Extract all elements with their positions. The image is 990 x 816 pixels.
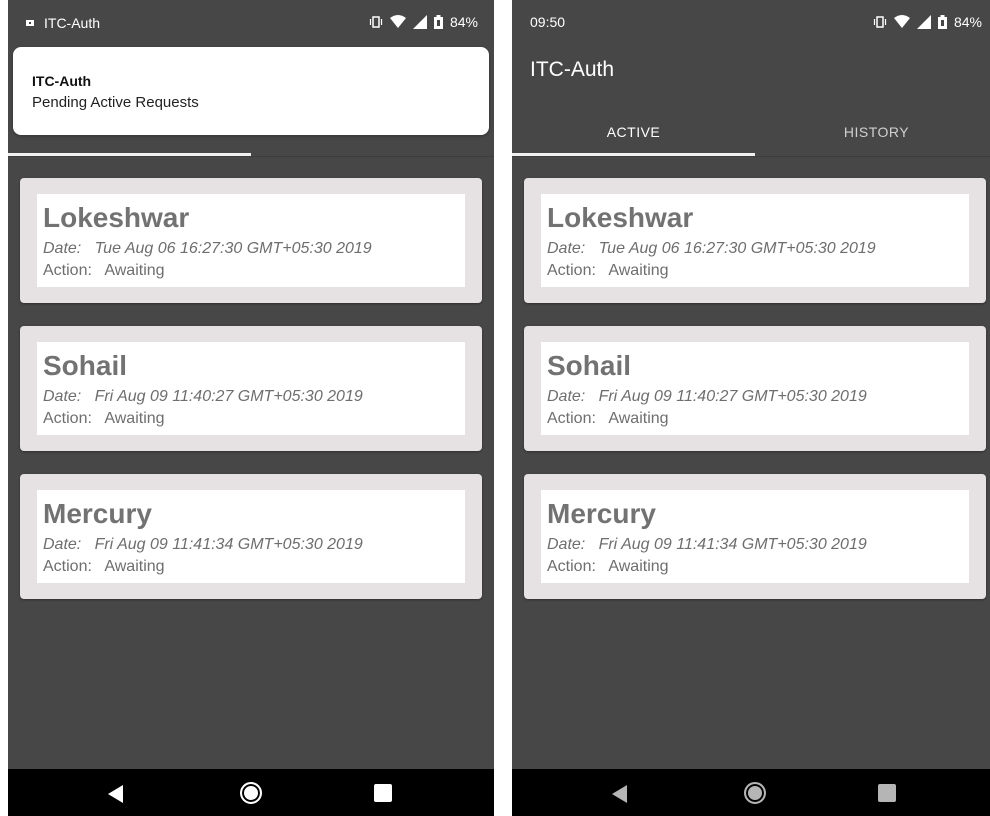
request-date: Date: Fri Aug 09 11:41:34 GMT+05:30 2019	[43, 536, 363, 553]
recents-icon[interactable]	[878, 784, 896, 802]
request-date: Date: Fri Aug 09 11:40:27 GMT+05:30 2019	[43, 388, 363, 405]
navigation-bar	[8, 769, 494, 816]
request-card[interactable]: Mercury Date: Fri Aug 09 11:41:34 GMT+05…	[524, 474, 986, 599]
request-card[interactable]: Mercury Date: Fri Aug 09 11:41:34 GMT+05…	[20, 474, 482, 599]
tab-history[interactable]: HISTORY	[755, 108, 990, 156]
request-card[interactable]: Lokeshwar Date: Tue Aug 06 16:27:30 GMT+…	[20, 178, 482, 303]
battery-percent: 84%	[449, 14, 478, 30]
tab-active[interactable]: ACTIVE	[512, 108, 755, 156]
request-card-body: Sohail Date: Fri Aug 09 11:40:27 GMT+05:…	[541, 342, 969, 435]
home-icon[interactable]	[744, 782, 766, 804]
request-card[interactable]: Sohail Date: Fri Aug 09 11:40:27 GMT+05:…	[20, 326, 482, 451]
tab-bar: ACTIVE HISTORY	[512, 108, 990, 156]
battery-icon	[937, 15, 947, 29]
request-name: Lokeshwar	[547, 202, 694, 233]
battery-icon	[433, 15, 443, 29]
request-card-body: Mercury Date: Fri Aug 09 11:41:34 GMT+05…	[37, 490, 465, 583]
request-action: Action: Awaiting	[43, 558, 165, 575]
request-card-body: Lokeshwar Date: Tue Aug 06 16:27:30 GMT+…	[37, 194, 465, 287]
request-date: Date: Tue Aug 06 16:27:30 GMT+05:30 2019	[43, 240, 372, 257]
request-date: Date: Fri Aug 09 11:40:27 GMT+05:30 2019	[547, 388, 867, 405]
request-name: Sohail	[43, 350, 128, 381]
signal-icon	[412, 15, 427, 29]
request-card-body: Mercury Date: Fri Aug 09 11:41:34 GMT+05…	[541, 490, 969, 583]
request-card[interactable]: Sohail Date: Fri Aug 09 11:40:27 GMT+05:…	[524, 326, 986, 451]
request-name: Mercury	[547, 498, 656, 529]
request-action: Action: Awaiting	[547, 262, 669, 279]
request-card-body: Lokeshwar Date: Tue Aug 06 16:27:30 GMT+…	[541, 194, 969, 287]
back-icon[interactable]	[108, 785, 123, 803]
status-time: 09:50	[530, 14, 566, 30]
status-app-name: ITC-Auth	[44, 15, 101, 31]
wifi-icon	[389, 15, 406, 28]
request-list: Lokeshwar Date: Tue Aug 06 16:27:30 GMT+…	[524, 178, 986, 622]
vibrate-icon	[369, 16, 383, 28]
home-icon[interactable]	[240, 782, 262, 804]
back-icon[interactable]	[612, 785, 627, 803]
notification-text: Pending Active Requests	[32, 94, 199, 111]
notification-title: ITC-Auth	[32, 73, 92, 89]
phone-app-view: 09:50 84% ITC-Auth ACTIVE HISTORY Lokesh…	[512, 0, 990, 816]
navigation-bar	[512, 769, 990, 816]
battery-percent: 84%	[953, 14, 982, 30]
request-date: Date: Fri Aug 09 11:41:34 GMT+05:30 2019	[547, 536, 867, 553]
request-name: Sohail	[547, 350, 632, 381]
request-action: Action: Awaiting	[43, 410, 165, 427]
signal-icon	[916, 15, 931, 29]
tab-divider	[8, 156, 494, 157]
status-bar: ITC-Auth 84%	[8, 0, 494, 44]
request-card-body: Sohail Date: Fri Aug 09 11:40:27 GMT+05:…	[37, 342, 465, 435]
notification-card[interactable]: ITC-Auth Pending Active Requests	[13, 47, 489, 135]
phone-notification-view: ITC-Auth 84% ITC-Auth Pending Active Req…	[8, 0, 494, 816]
request-name: Lokeshwar	[43, 202, 190, 233]
wifi-icon	[893, 15, 910, 28]
status-bar: 09:50 84%	[512, 0, 990, 44]
request-list: Lokeshwar Date: Tue Aug 06 16:27:30 GMT+…	[20, 178, 482, 622]
app-notification-icon	[26, 20, 34, 26]
request-action: Action: Awaiting	[547, 410, 669, 427]
request-name: Mercury	[43, 498, 152, 529]
request-action: Action: Awaiting	[547, 558, 669, 575]
recents-icon[interactable]	[374, 784, 392, 802]
tab-divider	[512, 156, 990, 157]
request-card[interactable]: Lokeshwar Date: Tue Aug 06 16:27:30 GMT+…	[524, 178, 986, 303]
vibrate-icon	[873, 16, 887, 28]
request-action: Action: Awaiting	[43, 262, 165, 279]
request-date: Date: Tue Aug 06 16:27:30 GMT+05:30 2019	[547, 240, 876, 257]
app-title: ITC-Auth	[530, 58, 615, 81]
